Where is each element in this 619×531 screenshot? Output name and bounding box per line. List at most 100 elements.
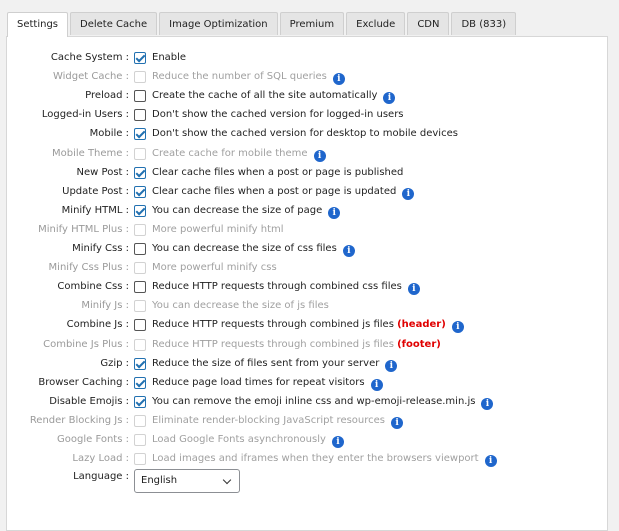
tab-settings[interactable]: Settings	[7, 12, 69, 37]
setting-description-text: Load Google Fonts asynchronously	[152, 434, 326, 445]
info-icon[interactable]: i	[481, 397, 494, 410]
setting-label: Browser Caching :	[38, 376, 129, 388]
render-blocking-js-checkbox	[134, 414, 146, 427]
minify-css-checkbox[interactable]	[134, 243, 146, 255]
setting-row-minify-js: Minify Js : You can decrease the size of …	[7, 298, 607, 316]
preload-checkbox[interactable]	[134, 90, 146, 103]
info-icon[interactable]: i	[332, 73, 345, 86]
info-icon[interactable]: i	[385, 359, 398, 372]
disable-emojis-checkbox[interactable]	[134, 395, 146, 408]
chevron-down-icon	[222, 475, 232, 485]
setting-label: Minify HTML Plus :	[38, 223, 129, 235]
setting-label: Mobile :	[89, 128, 129, 140]
gzip-checkbox[interactable]	[134, 357, 146, 370]
cache-system-checkbox[interactable]	[134, 52, 146, 64]
setting-description-text: Reduce HTTP requests through combined js…	[152, 338, 394, 350]
setting-row-combine-css: Combine Css : Reduce HTTP requests throug…	[7, 279, 607, 297]
setting-description: Create cache for mobile theme i	[152, 148, 326, 162]
setting-description: Reduce HTTP requests through combined js…	[152, 339, 441, 350]
setting-description-text: You can decrease the size of css files	[152, 243, 337, 254]
mobile-checkbox[interactable]	[134, 128, 146, 141]
setting-description: Clear cache files when a post or page is…	[152, 185, 415, 200]
setting-description: Enable	[152, 52, 186, 63]
setting-description-text: More powerful minify html	[152, 223, 284, 235]
setting-description: Don't show the cached version for deskto…	[152, 128, 458, 139]
setting-label: Minify HTML :	[61, 204, 129, 216]
setting-description: Reduce the size of files sent from your …	[152, 357, 398, 372]
setting-description: Reduce HTTP requests through combined js…	[152, 319, 464, 334]
setting-row-mobile-theme: Mobile Theme : Create cache for mobile th…	[7, 146, 607, 164]
setting-description: Reduce page load times for repeat visito…	[152, 377, 383, 391]
setting-label: Update Post :	[62, 185, 129, 197]
setting-description-text: Reduce the size of files sent from your …	[152, 357, 380, 369]
setting-highlight: (footer)	[397, 338, 441, 350]
tab-cdn[interactable]: CDN	[407, 12, 450, 35]
setting-description: More powerful minify css	[152, 262, 277, 273]
setting-row-minify-html: Minify HTML : You can decrease the size o…	[7, 203, 607, 221]
info-icon[interactable]: i	[402, 187, 415, 200]
info-icon[interactable]: i	[342, 245, 355, 257]
lazy-load-checkbox	[134, 453, 146, 466]
minify-js-checkbox	[134, 300, 146, 313]
setting-description: You can decrease the size of css files i	[152, 243, 355, 257]
info-icon[interactable]: i	[370, 378, 383, 391]
tab-image-optimization[interactable]: Image Optimization	[159, 12, 278, 35]
minify-html-checkbox[interactable]	[134, 204, 146, 217]
combine-js-plus-checkbox	[134, 338, 146, 351]
setting-label: Combine Css :	[57, 281, 129, 293]
setting-description: Eliminate render-blocking JavaScript res…	[152, 415, 404, 429]
info-icon[interactable]: i	[391, 416, 404, 429]
setting-label: Combine Js Plus :	[43, 338, 129, 350]
info-icon[interactable]: i	[313, 149, 326, 162]
setting-label: Cache System :	[50, 52, 129, 63]
info-icon[interactable]: i	[451, 321, 464, 334]
setting-row-combine-js: Combine Js : Reduce HTTP requests through…	[7, 317, 607, 335]
setting-row-browser-caching: Browser Caching : Reduce page load times …	[7, 375, 607, 393]
settings-panel: Language : English Cache System : Enable W…	[6, 36, 608, 531]
setting-description: Reduce the number of SQL queries i	[152, 71, 345, 86]
info-icon[interactable]: i	[484, 455, 497, 468]
setting-description: Create the cache of all the site automat…	[152, 90, 396, 105]
language-row: Language : English	[7, 469, 607, 494]
setting-row-render-blocking-js: Render Blocking Js : Eliminate render-blo…	[7, 413, 607, 431]
setting-description: You can remove the emoji inline css and …	[152, 396, 494, 410]
combine-css-checkbox[interactable]	[134, 281, 146, 294]
setting-label: Logged-in Users :	[41, 109, 129, 121]
setting-description-text: Clear cache files when a post or page is…	[152, 185, 397, 197]
tab-exclude[interactable]: Exclude	[346, 12, 406, 35]
setting-row-cache-system: Cache System : Enable	[7, 50, 607, 68]
setting-description-text: Reduce page load times for repeat visito…	[152, 376, 365, 388]
setting-label: Google Fonts :	[57, 434, 129, 445]
info-icon[interactable]: i	[328, 206, 341, 219]
info-icon[interactable]: i	[383, 92, 396, 105]
language-value: English	[141, 475, 178, 487]
mobile-theme-checkbox	[134, 147, 146, 160]
logged-in-users-checkbox[interactable]	[134, 109, 146, 122]
language-select[interactable]: English	[134, 469, 240, 494]
update-post-checkbox[interactable]	[134, 185, 146, 198]
setting-label: Minify Css Plus :	[48, 262, 129, 274]
setting-description: Load images and iframes when they enter …	[152, 453, 497, 468]
setting-description-text: Load images and iframes when they enter …	[152, 453, 479, 465]
setting-label: Lazy Load :	[72, 453, 129, 465]
tab-premium[interactable]: Premium	[279, 12, 345, 35]
setting-row-minify-css-plus: Minify Css Plus : More powerful minify cs…	[7, 260, 607, 278]
info-icon[interactable]: i	[331, 436, 344, 448]
tab-delete-cache[interactable]: Delete Cache	[70, 12, 158, 35]
tab-db-833[interactable]: DB (833)	[451, 12, 517, 35]
setting-row-gzip: Gzip : Reduce the size of files sent from…	[7, 356, 607, 374]
new-post-checkbox[interactable]	[134, 166, 146, 179]
combine-js-checkbox[interactable]	[134, 319, 146, 332]
setting-description: Load Google Fonts asynchronously i	[152, 434, 344, 448]
setting-label: Disable Emojis :	[49, 395, 129, 407]
setting-label: Minify Js :	[81, 300, 129, 312]
google-fonts-checkbox	[134, 434, 146, 446]
setting-description-text: Don't show the cached version for deskto…	[152, 128, 458, 140]
browser-caching-checkbox[interactable]	[134, 376, 146, 389]
setting-label: Widget Cache :	[52, 71, 129, 83]
setting-label: Preload :	[85, 90, 129, 102]
setting-row-mobile: Mobile : Don't show the cached version fo…	[7, 126, 607, 144]
setting-label: Minify Css :	[72, 243, 129, 254]
setting-row-google-fonts: Google Fonts : Load Google Fonts asynchro…	[7, 432, 607, 450]
info-icon[interactable]: i	[407, 283, 420, 296]
